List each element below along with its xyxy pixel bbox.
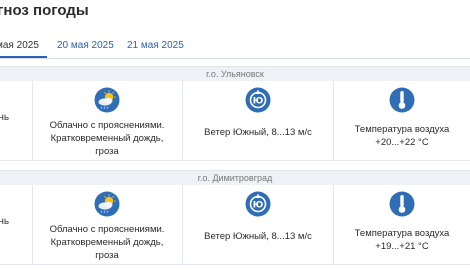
tab-date-1[interactable]: мая 2025: [0, 40, 39, 51]
forecast-row: День Облачно с прояснениями. Кратковреме…: [0, 81, 470, 161]
date-tabs: мая 2025 20 мая 2025 21 мая 2025: [0, 34, 470, 59]
day-label: День: [0, 216, 10, 227]
tab-date-2[interactable]: 20 мая 2025: [57, 40, 114, 51]
thermometer-icon: [389, 87, 415, 113]
forecast-row: День Облачно с прояснениями. Кратковреме…: [0, 185, 470, 265]
day-label: День: [0, 112, 10, 123]
temperature-text: Температура воздуха +20...+22 °С: [354, 124, 450, 148]
city-header-dimitrovgrad: г.о. Димитровград: [0, 170, 470, 186]
cloud-sun-rain-icon: [94, 87, 120, 113]
wind-text: Ветер Южный, 8...13 м/с: [204, 127, 312, 138]
compass-south-icon: Ю: [245, 87, 271, 113]
wind-text: Ветер Южный, 8...13 м/с: [204, 231, 312, 242]
cloud-sun-rain-icon: [94, 191, 120, 217]
active-tab-indicator: [0, 56, 47, 58]
city-header-ulyanovsk: г.о. Ульяновск: [0, 66, 470, 82]
condition-text: Облачно с прояснениями. Кратковременный …: [49, 224, 165, 261]
page-title: огноз погоды: [0, 2, 89, 19]
condition-text: Облачно с прояснениями. Кратковременный …: [49, 120, 165, 157]
svg-text:Ю: Ю: [253, 200, 264, 210]
temperature-text: Температура воздуха +19...+21 °С: [354, 228, 450, 252]
thermometer-icon: [389, 191, 415, 217]
tab-date-3[interactable]: 21 мая 2025: [127, 40, 184, 51]
svg-text:Ю: Ю: [253, 96, 264, 106]
compass-south-icon: Ю: [245, 191, 271, 217]
